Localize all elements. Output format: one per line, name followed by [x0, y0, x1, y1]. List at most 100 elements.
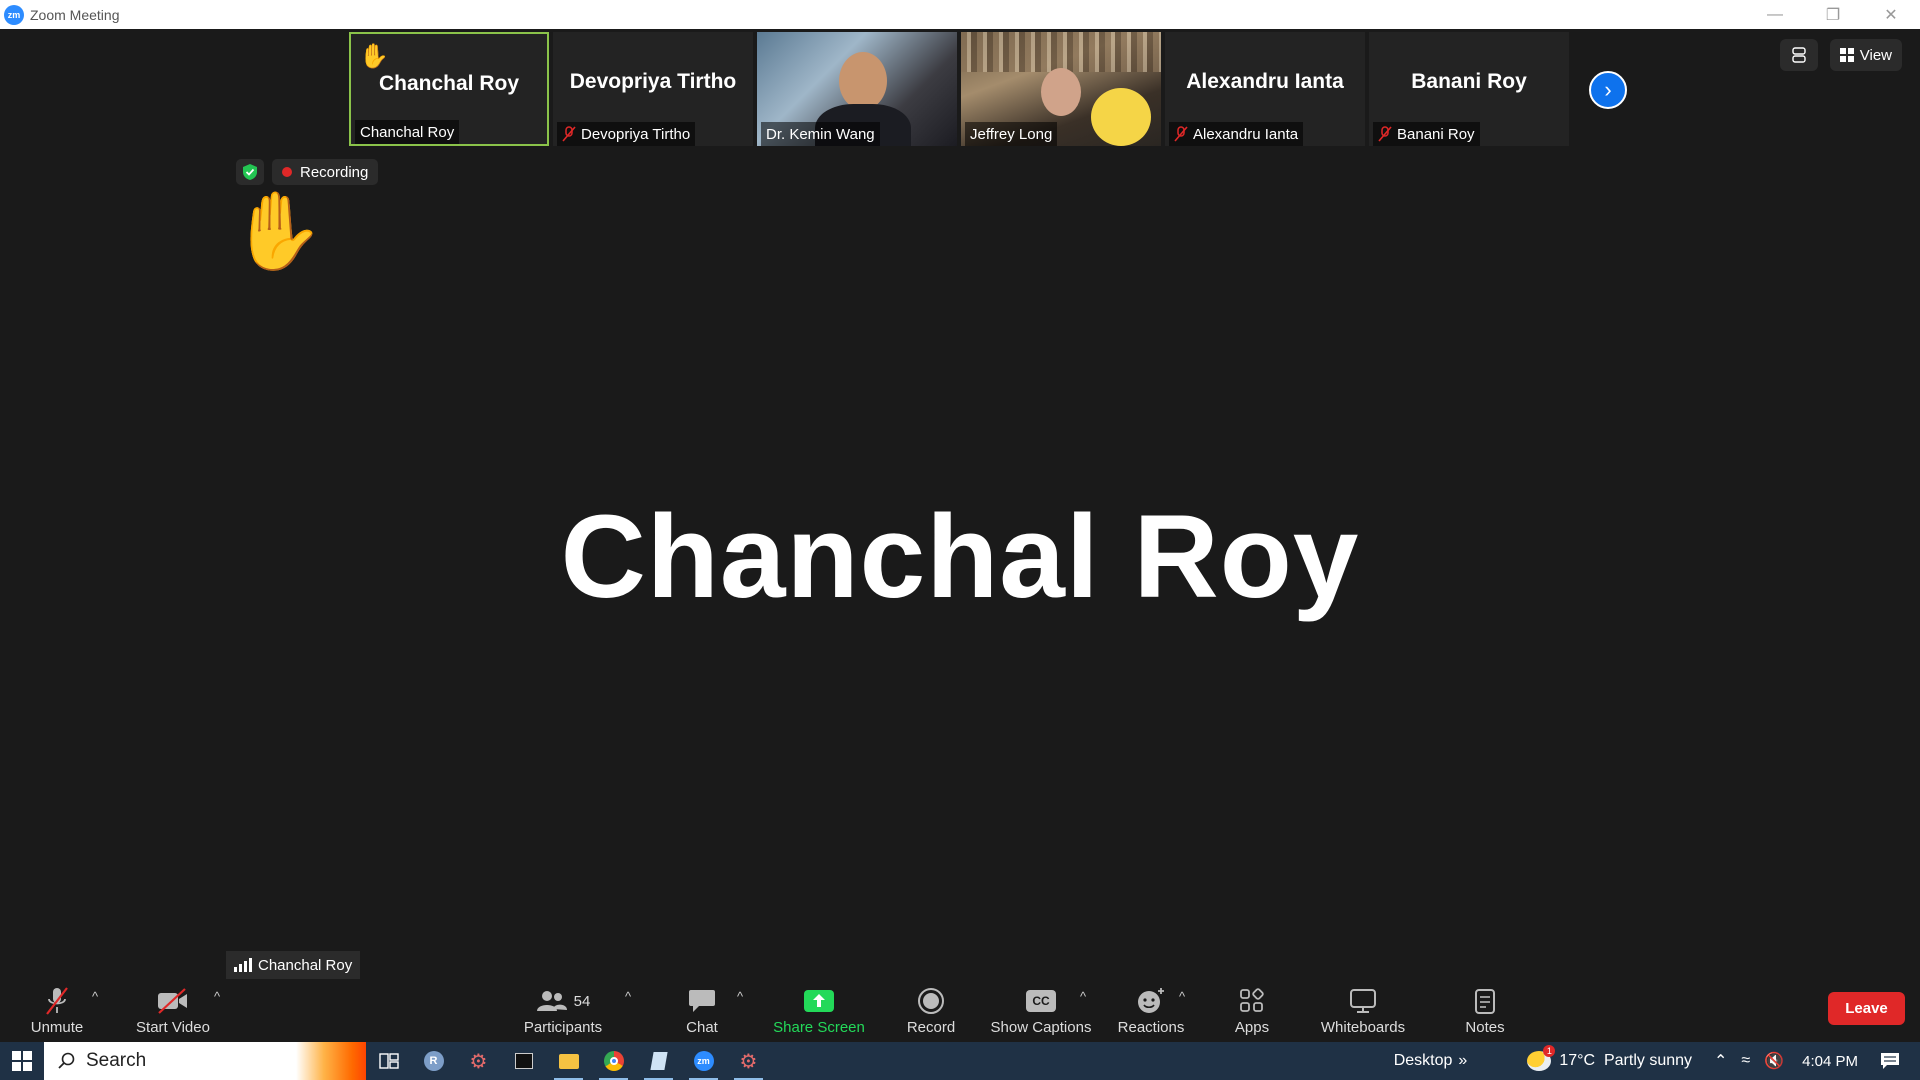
participants-button[interactable]: 54 Participants [520, 979, 606, 1042]
participants-count: 54 [573, 992, 591, 1010]
recording-badge[interactable]: Recording [272, 159, 379, 185]
closed-captions-icon: CC [1026, 990, 1056, 1012]
record-icon [918, 988, 944, 1014]
search-placeholder: Search [86, 1050, 147, 1071]
taskbar-app-terminal[interactable] [501, 1042, 546, 1080]
captions-options-caret-icon[interactable]: ^ [1080, 989, 1086, 1004]
participant-name: Chanchal Roy [360, 123, 455, 141]
clock-time[interactable]: 4:04 PM [1802, 1053, 1858, 1070]
reactions-label: Reactions [1117, 1019, 1185, 1036]
gear-icon: ⚙ [469, 1050, 488, 1073]
view-label: View [1859, 46, 1892, 64]
taskbar-app-chrome[interactable] [591, 1042, 636, 1080]
video-options-caret-icon[interactable]: ^ [214, 989, 220, 1004]
share-screen-icon [804, 990, 834, 1012]
zoom-app-icon: zm [693, 1051, 714, 1071]
speaker-muted-icon[interactable]: 🔇 [1764, 1051, 1784, 1071]
participant-tile[interactable]: Dr. Kemin Wang [757, 32, 957, 146]
taskbar-app-settings-2[interactable]: ⚙ [726, 1042, 771, 1080]
window-title: Zoom Meeting [30, 6, 120, 23]
participant-tile[interactable]: Alexandru Ianta Alexandru Ianta [1165, 32, 1365, 146]
notes-button[interactable]: Notes [1462, 979, 1508, 1042]
taskbar-app-settings[interactable]: ⚙ [456, 1042, 501, 1080]
participant-tile[interactable]: Banani Roy Banani Roy [1369, 32, 1569, 146]
view-button[interactable]: View [1829, 39, 1902, 71]
chat-icon [689, 990, 715, 1012]
weather-badge: 1 [1543, 1045, 1556, 1057]
double-chevron-icon[interactable]: » [1458, 1052, 1467, 1070]
reactions-icon [1138, 988, 1164, 1013]
participant-tile[interactable]: Jeffrey Long [961, 32, 1161, 146]
apps-label: Apps [1234, 1019, 1270, 1036]
reactions-button[interactable]: Reactions [1116, 979, 1186, 1042]
active-speaker-tag-label: Chanchal Roy [258, 956, 353, 974]
start-video-button[interactable]: Start Video [132, 979, 214, 1042]
audio-options-caret-icon[interactable]: ^ [92, 989, 98, 1004]
raised-hand-icon: ✋ [359, 43, 389, 70]
pikachu-plush [1091, 88, 1151, 146]
participant-name-label: Devopriya Tirtho [557, 122, 696, 146]
participant-name-label: Jeffrey Long [965, 122, 1058, 146]
whiteboard-icon [1350, 989, 1376, 1013]
show-hidden-icons-chevron-icon[interactable]: ⌃ [1714, 1051, 1727, 1071]
participant-video [839, 52, 887, 110]
meeting-stage: ✋ Chanchal Roy Chanchal Roy Devopriya Ti… [0, 29, 1920, 979]
active-speaker-name: Chanchal Roy [560, 491, 1360, 623]
taskbar-app-zoom[interactable]: zm [681, 1042, 726, 1080]
immersive-toggle-button[interactable] [1779, 39, 1818, 71]
title-bar: zm Zoom Meeting — ❐ ✕ [0, 0, 1920, 29]
taskbar-app-r[interactable]: R [411, 1042, 456, 1080]
start-video-label: Start Video [136, 1019, 210, 1036]
unmute-button[interactable]: Unmute [24, 979, 90, 1042]
muted-mic-icon [562, 126, 576, 142]
participant-display-name: Banani Roy [1411, 70, 1527, 93]
weather-widget[interactable]: 1 17°C Partly sunny [1527, 1045, 1693, 1071]
search-highlight-image [296, 1042, 366, 1080]
bookshelf [961, 32, 1161, 72]
search-icon [58, 1052, 75, 1069]
signal-strength-icon [234, 958, 252, 972]
desktop-toolbar-label[interactable]: Desktop [1394, 1052, 1453, 1070]
notes-label: Notes [1465, 1019, 1505, 1036]
weather-text: 17°C Partly sunny [1559, 1052, 1693, 1069]
task-view-button[interactable] [366, 1042, 411, 1080]
windows-logo-icon [12, 1051, 32, 1071]
restore-button[interactable]: ❐ [1804, 0, 1862, 29]
wifi-icon[interactable]: ≈ [1741, 1052, 1750, 1070]
participant-tile[interactable]: Devopriya Tirtho Devopriya Tirtho [553, 32, 753, 146]
show-captions-button[interactable]: CC Show Captions [990, 979, 1092, 1042]
show-captions-label: Show Captions [990, 1019, 1092, 1036]
next-page-button[interactable]: › [1589, 71, 1627, 109]
start-button[interactable] [0, 1042, 44, 1080]
record-label: Record [906, 1019, 956, 1036]
record-button[interactable]: Record [904, 979, 958, 1042]
chevron-right-icon: › [1604, 77, 1612, 102]
close-button[interactable]: ✕ [1862, 0, 1920, 29]
leave-button[interactable]: Leave [1828, 992, 1905, 1025]
minimize-button[interactable]: — [1746, 0, 1804, 29]
participant-name: Jeffrey Long [970, 125, 1053, 143]
participant-tile[interactable]: ✋ Chanchal Roy Chanchal Roy [349, 32, 549, 146]
chat-options-caret-icon[interactable]: ^ [737, 989, 743, 1004]
apps-button[interactable]: Apps [1232, 979, 1272, 1042]
whiteboards-button[interactable]: Whiteboards [1316, 979, 1410, 1042]
muted-mic-icon [46, 987, 68, 1015]
security-shield-icon[interactable] [236, 159, 264, 185]
chat-label: Chat [686, 1019, 718, 1036]
r-app-icon: R [423, 1051, 444, 1071]
notifications-icon[interactable] [1880, 1051, 1900, 1071]
participant-name-label: Banani Roy [1373, 122, 1480, 146]
raised-hand-icon: ✋ [230, 189, 325, 274]
taskbar-search[interactable]: Search [44, 1042, 366, 1080]
taskbar-app-file-explorer[interactable] [546, 1042, 591, 1080]
gallery-strip: ✋ Chanchal Roy Chanchal Roy Devopriya Ti… [349, 32, 1569, 146]
participants-options-caret-icon[interactable]: ^ [625, 989, 631, 1004]
reactions-options-caret-icon[interactable]: ^ [1179, 989, 1185, 1004]
muted-mic-icon [1378, 126, 1392, 142]
share-screen-button[interactable]: Share Screen [772, 979, 866, 1042]
layers-icon [1792, 47, 1806, 63]
system-tray: Desktop » 1 17°C Partly sunny ⌃ ≈ 🔇 4:04… [1394, 1042, 1920, 1080]
participant-name-label: Dr. Kemin Wang [761, 122, 880, 146]
chat-button[interactable]: Chat [678, 979, 726, 1042]
taskbar-app-notepad[interactable] [636, 1042, 681, 1080]
